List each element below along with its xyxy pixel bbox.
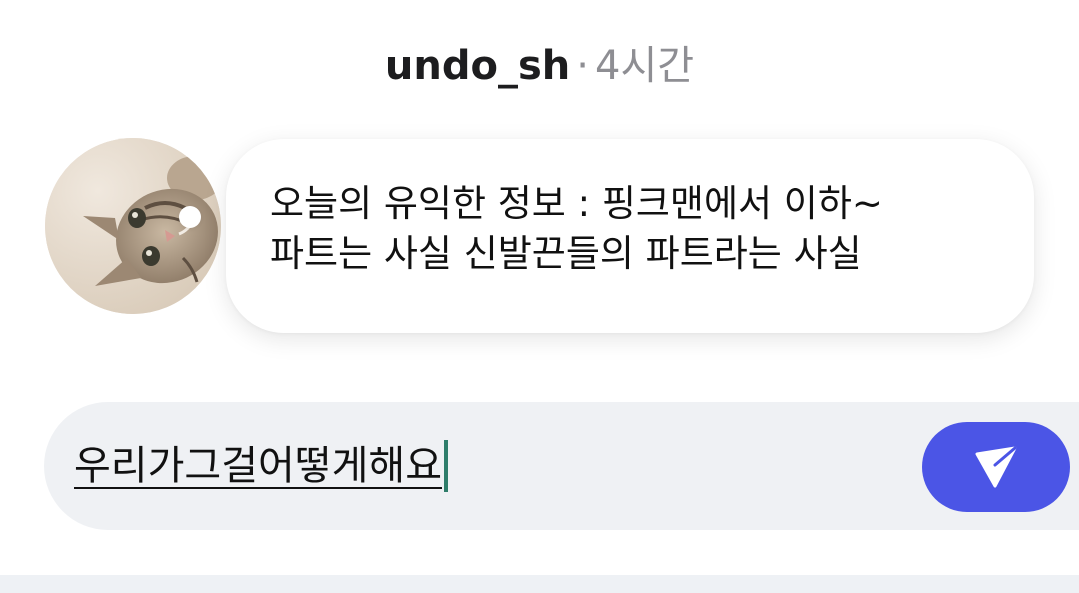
reply-composer: 우리가그걸어떻게해요 (44, 402, 1079, 530)
post-text: 오늘의 유익한 정보 : 핑크맨에서 이하~ 파트는 사실 신발끈들의 파트라는… (270, 182, 883, 275)
reply-input[interactable]: 우리가그걸어떻게해요 (74, 440, 448, 492)
bubble-tail (179, 206, 201, 228)
paper-plane-icon (975, 446, 1017, 488)
send-button[interactable] (922, 422, 1070, 512)
username[interactable]: undo_sh (385, 43, 570, 89)
post-time: 4시간 (595, 43, 695, 89)
post-bubble[interactable]: 오늘의 유익한 정보 : 핑크맨에서 이하~ 파트는 사실 신발끈들의 파트라는… (226, 139, 1034, 333)
separator-dot: · (576, 43, 589, 89)
bottom-bar (0, 575, 1079, 593)
post-header: undo_sh · 4시간 (0, 40, 1079, 92)
text-caret (444, 440, 448, 492)
reply-input-value: 우리가그걸어떻게해요 (74, 443, 442, 489)
